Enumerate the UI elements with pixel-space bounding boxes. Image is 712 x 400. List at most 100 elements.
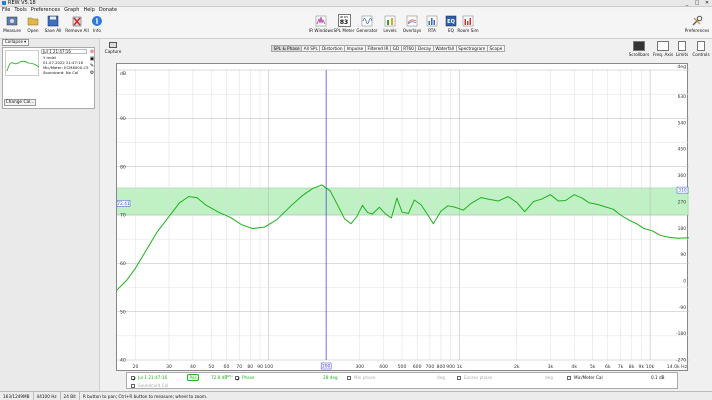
measurement-thumbnail [5,50,40,76]
legend-checkbox[interactable] [347,375,351,380]
main-toolbar: Measure Open Save All Remove All i Info … [0,13,712,39]
spl-data-point [413,199,415,201]
legend-checkbox[interactable] [131,383,135,388]
spl-data-point [432,223,434,225]
measurements-panel: Collapse ▾ Jul 1 21:47:16 Y mdel 01.07.2… [0,39,100,391]
y-tick-label: 80 [120,164,126,170]
x-tick-label: 700 [425,364,434,370]
spl-data-point [407,213,409,214]
spl-phase-graph[interactable]: 2030405060708090100200300400500600700800… [116,63,690,372]
measure-button[interactable]: Measure [1,13,23,39]
x-tick-label: 400 [379,364,388,370]
spl-data-point [196,197,198,199]
graph-canvas[interactable]: 2030405060708090100200300400500600700800… [116,64,690,372]
tab-waterfall[interactable]: Waterfall [432,45,457,52]
ir-windows-button[interactable]: IR Windows [309,13,333,39]
spl-data-point [218,212,220,213]
freq-axis-icon [657,41,669,51]
close-window-button[interactable]: ✕ [702,0,712,6]
spl-data-point [230,217,231,218]
overlays-button[interactable]: Overlays [401,13,423,39]
limits-icon [678,41,686,51]
spl-data-point [549,194,551,196]
maximize-button[interactable]: □ [692,0,702,6]
spl-data-point [205,204,207,206]
x-tick-label: 10k [646,364,655,370]
remove-measurement-icon[interactable]: ⊗ [89,49,95,55]
x-tick-label: 6k [605,364,611,370]
legend-checkbox[interactable] [131,375,136,381]
change-cal-button[interactable]: Change Cal... [4,99,36,106]
spl-data-point [480,197,482,199]
legend-value-spl-suffix: (SPL) [225,374,233,378]
spl-data-point [447,205,449,207]
collapse-button[interactable]: Collapse ▾ [2,39,29,46]
tab-spl-phase[interactable]: SPL & Phase [271,45,303,52]
legend-value-min-phase: deg [437,375,445,380]
spl-data-point [620,214,621,216]
controls-button[interactable]: Controls [691,40,711,62]
measurement-notes-icon[interactable]: ✎ [89,63,95,69]
tab-all-spl[interactable]: All SPL [301,45,321,52]
tab-decay[interactable]: Decay [415,45,434,52]
scrollbars-button[interactable]: Scrollbars [628,40,650,62]
spl-data-point [179,202,180,204]
y2-tick-label: 540 [678,120,687,126]
measurement-name-field[interactable]: Jul 1 21:47:16 [41,49,87,54]
limits-button[interactable]: Limits [673,40,691,62]
measurement-settings-icon[interactable]: ⚙ [89,70,95,76]
x-tick-label: 20 [133,364,139,370]
spl-data-point [312,188,314,189]
y2-tick-label: 180 [678,226,687,232]
spl-data-point [573,194,575,196]
legend-checkbox[interactable] [457,375,461,380]
spl-data-point [463,209,464,211]
target-level-band [117,187,689,215]
preferences-button[interactable]: Preferences [684,13,710,39]
spl-data-point [420,204,422,206]
title-bar: REW V5.18 _ □ ✕ [0,0,712,7]
tab-rt60[interactable]: RT60 [400,45,417,52]
save-all-button[interactable]: Save All [42,13,64,39]
spl-data-point [524,211,526,213]
tab-spectrogram[interactable]: Spectrogram [455,45,488,52]
legend-checkbox[interactable] [235,375,240,381]
measurement-info-line: Soundcard: No Cal [43,70,79,75]
spl-data-point [329,190,331,192]
x-tick-label: 60 [224,364,230,370]
spl-data-point [643,228,645,229]
spl-data-point [636,223,638,225]
spl-meter-button[interactable]: dB SPL 83 SPL Meter [333,13,355,39]
open-button[interactable]: Open [22,13,44,39]
spl-data-point [350,223,352,225]
sample-rate-status: 44100 Hz [34,391,61,400]
info-button[interactable]: i Info [86,13,108,39]
app-icon [2,1,6,5]
save-measurement-icon[interactable]: ▣ [89,56,95,62]
x-tick-label: 7k [618,364,624,370]
tab-filtered-ir[interactable]: Filtered IR [364,45,392,52]
x-tick-label: 600 [413,364,422,370]
y2-tick-label: 630 [678,94,687,100]
tab-distortion[interactable]: Distortion [319,45,346,52]
capture-button[interactable]: Capture [104,41,122,57]
levels-button[interactable]: Levels [379,13,401,39]
remove-all-icon [71,14,84,27]
spl-data-point [356,216,358,217]
x-tick-label: 3k [548,364,554,370]
tab-scope[interactable]: Scope [486,45,505,52]
spl-data-point [391,217,392,219]
legend-checkbox[interactable] [567,375,571,380]
freq-axis-button[interactable]: Freq. Axis [652,40,674,62]
x-tick-label: 100 [264,364,273,370]
minimize-button[interactable]: _ [682,0,692,6]
remove-all-button[interactable]: Remove All [65,13,89,39]
room-sim-button[interactable]: Room Sim [457,13,479,39]
spl-data-point [612,208,614,210]
spl-data-point [628,219,629,221]
spl-data-point [507,196,509,198]
position-badge[interactable]: Pos [187,374,200,381]
tab-impulse[interactable]: Impulse [344,45,366,52]
generator-button[interactable]: Generator [356,13,378,39]
window-title: REW V5.18 [8,0,36,6]
